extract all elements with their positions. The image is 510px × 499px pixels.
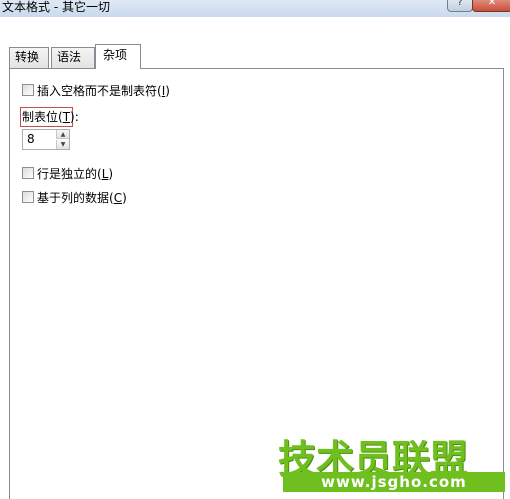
- column-based-option[interactable]: 基于列的数据(C): [22, 189, 127, 205]
- line-independent-label: 行是独立的(L): [37, 166, 114, 181]
- insert-spaces-label: 插入空格而不是制表符(I): [37, 83, 170, 98]
- tab-grammar[interactable]: 语法: [51, 47, 95, 68]
- tab-convert[interactable]: 转换: [9, 47, 49, 68]
- help-icon: ?: [457, 0, 463, 8]
- column-based-label: 基于列的数据(C): [37, 190, 127, 205]
- tab-stop-value[interactable]: 8: [27, 132, 35, 146]
- spinner-buttons: ▲ ▼: [56, 130, 69, 149]
- window-title: 文本格式 - 其它一切: [2, 0, 110, 14]
- column-based-checkbox[interactable]: [22, 191, 34, 203]
- tab-label: 转换: [15, 50, 40, 64]
- help-button[interactable]: ?: [447, 0, 473, 12]
- line-independent-option[interactable]: 行是独立的(L): [22, 165, 113, 181]
- watermark-url: www.jsgho.com: [283, 472, 505, 492]
- spin-down-icon[interactable]: ▼: [56, 140, 69, 149]
- spin-up-icon[interactable]: ▲: [56, 130, 69, 139]
- tab-stop-spinner[interactable]: 8 ▲ ▼: [22, 129, 70, 150]
- line-independent-checkbox[interactable]: [22, 167, 34, 179]
- insert-spaces-option[interactable]: 插入空格而不是制表符(I): [22, 82, 170, 98]
- tab-label: 语法: [57, 50, 82, 64]
- tab-misc[interactable]: 杂项: [95, 44, 141, 69]
- close-button[interactable]: ✕: [472, 0, 510, 12]
- tab-stop-label: 制表位(T):: [20, 107, 79, 127]
- dialog-body: 转换 语法 杂项 插入空格而不是制表符(I) 制表位(T): 8 ▲ ▼ 行是独…: [0, 17, 510, 499]
- title-bar: 文本格式 - 其它一切 ? ✕: [0, 0, 510, 17]
- insert-spaces-checkbox[interactable]: [22, 84, 34, 96]
- close-icon: ✕: [487, 0, 497, 8]
- tab-label: 杂项: [103, 48, 128, 62]
